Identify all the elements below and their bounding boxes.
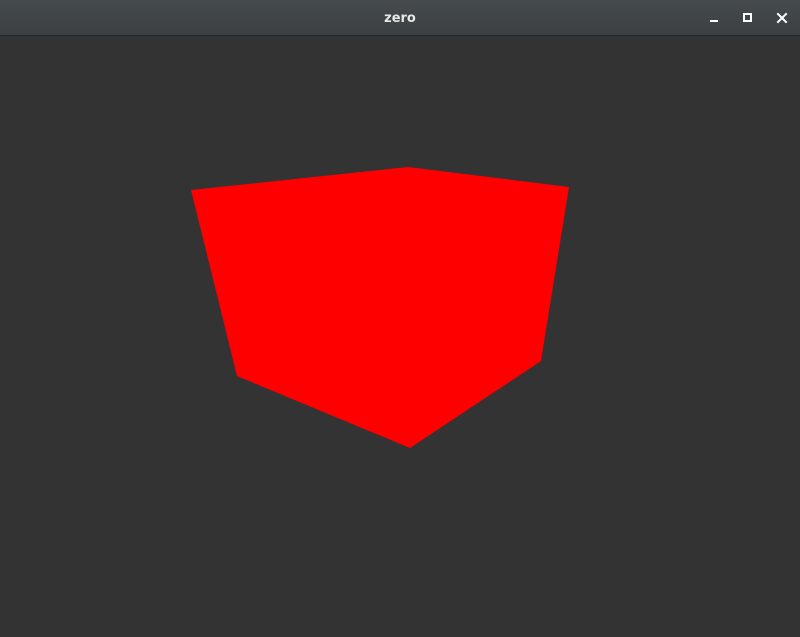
scene-svg bbox=[191, 167, 569, 448]
title-bar[interactable]: zero bbox=[0, 0, 800, 36]
maximize-icon bbox=[743, 13, 752, 22]
close-icon bbox=[776, 12, 788, 24]
red-cube bbox=[191, 167, 569, 448]
app-window: zero bbox=[0, 0, 800, 637]
minimize-icon bbox=[710, 20, 718, 22]
minimize-button[interactable] bbox=[705, 9, 723, 27]
maximize-button[interactable] bbox=[739, 9, 757, 27]
render-viewport[interactable] bbox=[0, 36, 800, 637]
close-button[interactable] bbox=[773, 9, 791, 27]
window-title: zero bbox=[384, 11, 416, 26]
